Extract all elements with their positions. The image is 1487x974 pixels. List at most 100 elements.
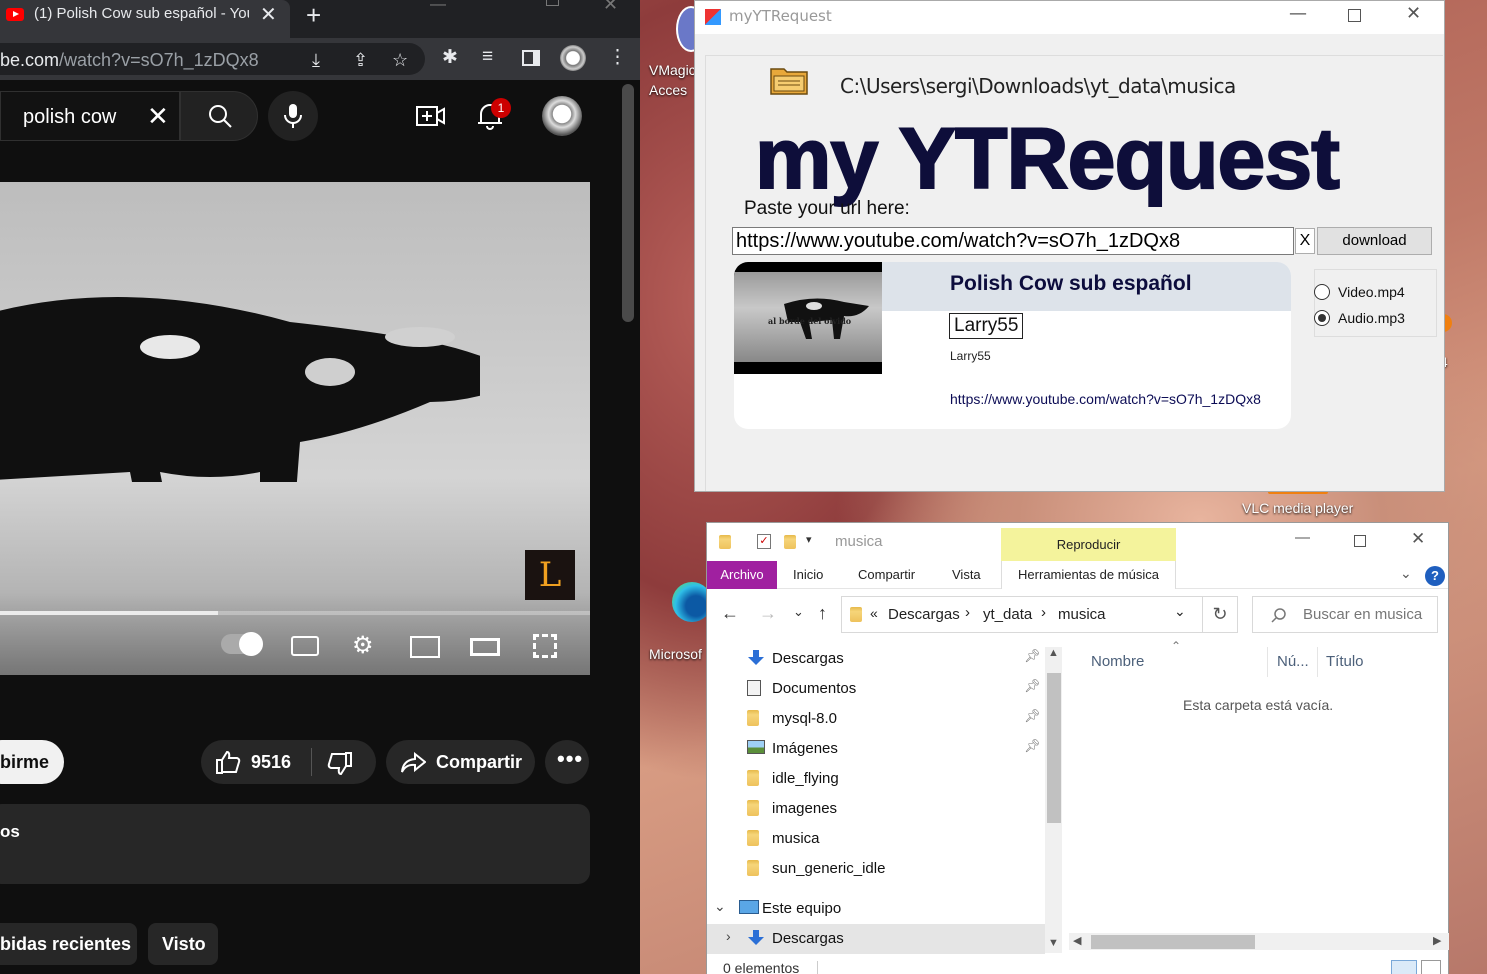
maximize-icon[interactable] <box>1354 535 1366 547</box>
breadcrumb-yt-data[interactable]: yt_data <box>983 606 1032 623</box>
desktop-icon-vmagic[interactable]: VMagic <box>649 62 696 78</box>
maximize-icon[interactable] <box>546 0 559 6</box>
column-divider[interactable] <box>1267 647 1268 677</box>
description-box[interactable]: os <box>0 804 590 884</box>
help-icon[interactable]: ? <box>1425 566 1445 586</box>
share-button[interactable]: Compartir <box>386 740 535 784</box>
ribbon-tab-archivo[interactable]: Archivo <box>707 561 777 589</box>
column-nombre[interactable]: Nombre <box>1091 653 1144 670</box>
scroll-right-icon[interactable]: ▶ <box>1433 934 1441 947</box>
install-app-icon[interactable]: ⤓ <box>312 50 320 71</box>
context-tab-reproducir[interactable]: Reproducir <box>1001 528 1176 561</box>
subscribe-button[interactable]: birme <box>0 740 64 784</box>
minimize-icon[interactable]: — <box>430 0 446 14</box>
settings-gear-icon[interactable]: ⚙ <box>352 631 374 660</box>
bookmark-star-icon[interactable]: ☆ <box>392 50 408 71</box>
extensions-puzzle-icon[interactable]: ✱ <box>442 46 458 69</box>
breadcrumb-descargas[interactable]: Descargas <box>888 606 960 623</box>
address-dropdown-icon[interactable]: ⌄ <box>1174 603 1186 620</box>
fullscreen-icon[interactable] <box>533 634 557 658</box>
chip-recent-uploads[interactable]: bidas recientes <box>0 923 137 965</box>
search-button[interactable] <box>180 91 258 141</box>
tree-item-musica[interactable]: musica <box>707 824 1045 854</box>
tree-item-imagenes[interactable]: imagenes <box>707 794 1045 824</box>
forward-arrow-icon[interactable]: → <box>759 603 777 624</box>
close-icon[interactable]: ✕ <box>1406 3 1421 24</box>
radio-video-label[interactable]: Video.mp4 <box>1338 284 1405 300</box>
miniplayer-icon[interactable] <box>410 636 440 658</box>
tree-item-idle-flying[interactable]: idle_flying <box>707 764 1045 794</box>
breadcrumb-separator-icon[interactable]: › <box>1041 604 1046 621</box>
details-view-icon[interactable] <box>1391 960 1417 974</box>
url-input[interactable] <box>732 227 1294 255</box>
ribbon-tab-inicio[interactable]: Inicio <box>793 567 823 582</box>
back-arrow-icon[interactable]: ← <box>721 603 739 624</box>
recent-locations-icon[interactable]: ⌄ <box>793 604 804 620</box>
tree-item-documentos[interactable]: Documentos 📌︎ <box>707 674 1045 704</box>
minimize-icon[interactable]: — <box>1295 529 1310 546</box>
radio-audio-label[interactable]: Audio.mp3 <box>1338 310 1405 326</box>
expand-ribbon-icon[interactable]: ⌄ <box>1400 565 1412 582</box>
refresh-button[interactable]: ↻ <box>1202 596 1238 633</box>
tree-item-descargas[interactable]: Descargas 📌︎ <box>707 644 1045 674</box>
properties-qa-icon[interactable]: ✓ <box>757 534 771 549</box>
pin-icon[interactable]: 📌︎ <box>1024 738 1041 754</box>
pin-icon[interactable]: 📌︎ <box>1024 648 1041 664</box>
tab-youtube[interactable]: (1) Polish Cow sub español - You ✕ <box>0 0 290 38</box>
column-titulo[interactable]: Título <box>1326 653 1364 670</box>
scroll-left-icon[interactable]: ◀ <box>1073 934 1081 947</box>
video-link[interactable]: https://www.youtube.com/watch?v=sO7h_1zD… <box>950 391 1261 407</box>
navigation-scrollbar[interactable]: ▲ ▼ <box>1045 647 1062 953</box>
new-tab-icon[interactable]: + <box>306 0 321 31</box>
scroll-up-icon[interactable]: ▲ <box>1048 647 1059 659</box>
address-breadcrumb[interactable]: « Descargas › yt_data › musica ⌄ <box>841 596 1238 633</box>
profile-avatar-icon[interactable] <box>560 45 586 71</box>
video-player[interactable]: L ⚙ <box>0 182 590 675</box>
file-list-hscrollbar[interactable]: ◀ ▶ <box>1069 933 1449 950</box>
user-avatar[interactable] <box>542 96 582 136</box>
channel-name-box[interactable]: Larry55 <box>949 313 1024 339</box>
folder-icon[interactable] <box>770 65 808 95</box>
create-video-icon[interactable] <box>416 104 446 128</box>
ribbon-tab-herramientas-musica[interactable]: Herramientas de música <box>1001 561 1176 589</box>
maximize-icon[interactable] <box>1348 9 1361 22</box>
tab-close-icon[interactable]: ✕ <box>260 2 277 27</box>
desktop-icon-access[interactable]: Acces <box>649 82 687 98</box>
download-button[interactable]: download <box>1317 227 1432 255</box>
omnibox[interactable]: be.com/watch?v=sO7h_1zDQx8 ⤓ ⇪ ☆ <box>0 43 425 75</box>
ribbon-tab-compartir[interactable]: Compartir <box>858 567 915 582</box>
url-text[interactable]: be.com/watch?v=sO7h_1zDQx8 <box>0 50 259 71</box>
collapse-chevron-icon[interactable]: › <box>726 928 731 944</box>
subtitles-icon[interactable] <box>291 636 319 656</box>
ribbon-tab-vista[interactable]: Vista <box>952 567 981 582</box>
clear-url-button[interactable]: X <box>1295 228 1315 254</box>
page-scrollbar[interactable] <box>622 84 634 322</box>
minimize-icon[interactable]: — <box>1289 3 1307 24</box>
pin-icon[interactable]: 📌︎ <box>1024 708 1041 724</box>
pin-icon[interactable]: 📌︎ <box>1024 678 1041 694</box>
autoplay-toggle-icon[interactable] <box>221 632 263 656</box>
radio-audio-mp3[interactable] <box>1314 310 1330 326</box>
new-folder-qa-icon[interactable] <box>784 535 796 549</box>
tree-item-descargas-pc[interactable]: › Descargas <box>707 924 1045 954</box>
tree-item-sun-generic-idle[interactable]: sun_generic_idle <box>707 854 1045 884</box>
media-queue-icon[interactable]: ≡ <box>482 46 493 68</box>
search-input[interactable]: polish cow ✕ <box>0 91 180 141</box>
share-icon[interactable]: ⇪ <box>353 50 368 71</box>
breadcrumb-musica[interactable]: musica <box>1058 606 1106 623</box>
search-box[interactable]: Buscar en musica <box>1252 596 1438 633</box>
file-list-hscroll-thumb[interactable] <box>1091 935 1255 949</box>
close-window-icon[interactable]: ✕ <box>603 0 618 15</box>
radio-video-mp4[interactable] <box>1314 284 1330 300</box>
expand-chevron-icon[interactable]: ⌄ <box>714 898 726 915</box>
desktop-icon-microsoft[interactable]: Microsof <box>649 646 702 662</box>
close-icon[interactable]: ✕ <box>1411 529 1425 549</box>
breadcrumb-overflow-icon[interactable]: « <box>870 605 878 621</box>
more-actions-button[interactable]: ••• <box>545 740 589 784</box>
theater-mode-icon[interactable] <box>470 638 500 656</box>
clear-search-icon[interactable]: ✕ <box>147 101 169 132</box>
tree-item-imagenes-lib[interactable]: Imágenes 📌︎ <box>707 734 1045 764</box>
navigation-scroll-thumb[interactable] <box>1047 673 1061 823</box>
up-arrow-icon[interactable]: ↑ <box>818 603 827 624</box>
large-icons-view-icon[interactable] <box>1421 960 1441 974</box>
